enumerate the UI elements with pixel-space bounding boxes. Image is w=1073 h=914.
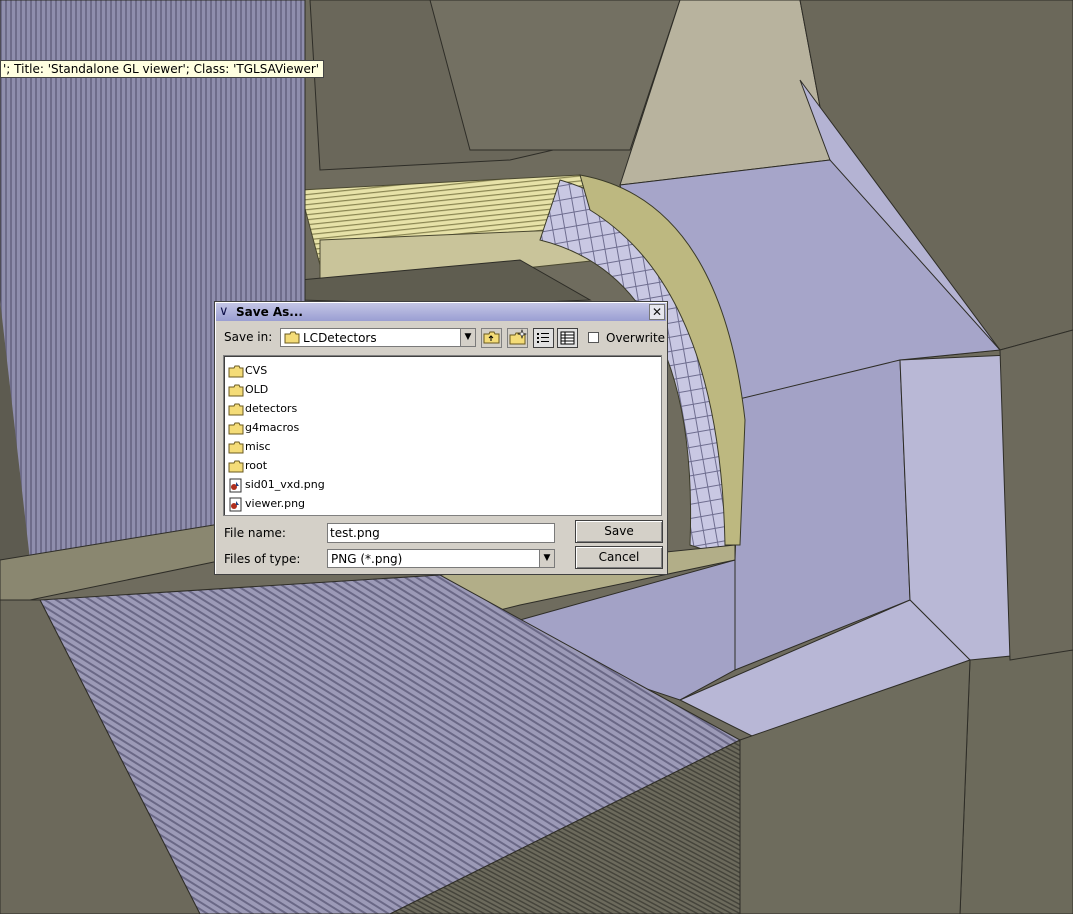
file-name-label: File name: — [224, 526, 286, 540]
new-folder-icon — [509, 329, 527, 345]
folder-icon — [284, 331, 300, 344]
details-view-button[interactable] — [557, 328, 578, 348]
file-list[interactable]: CVS OLD detectors g4macros misc root sid… — [223, 355, 662, 516]
chevron-down-icon[interactable]: ▼ — [539, 550, 554, 567]
folder-icon — [228, 365, 244, 377]
image-file-icon — [229, 497, 242, 511]
dialog-title: Save As... — [236, 305, 303, 319]
list-view-icon — [537, 333, 549, 343]
save-in-label: Save in: — [224, 330, 273, 344]
details-view-icon — [560, 331, 575, 345]
right-edge-block — [999, 329, 1073, 661]
save-button[interactable]: Save — [575, 520, 663, 543]
viewer-tooltip: '; Title: 'Standalone GL viewer'; Class:… — [0, 60, 325, 78]
save-in-value: LCDetectors — [303, 331, 377, 345]
save-in-dropdown[interactable]: LCDetectors ▼ — [280, 328, 476, 347]
files-of-type-label: Files of type: — [224, 552, 301, 566]
list-item[interactable]: CVS — [228, 361, 267, 380]
folder-icon — [228, 403, 244, 415]
files-of-type-value: PNG (*.png) — [331, 552, 403, 566]
up-one-level-button[interactable] — [481, 328, 502, 348]
folder-icon — [228, 460, 244, 472]
save-as-dialog: ∨ Save As... ✕ Save in: LCDetectors ▼ Ov… — [214, 301, 668, 575]
chevron-down-icon[interactable]: ▼ — [460, 329, 475, 346]
close-button[interactable]: ✕ — [649, 304, 665, 320]
right-lower-block — [959, 649, 1073, 914]
list-item[interactable]: OLD — [228, 380, 268, 399]
list-item[interactable]: root — [228, 456, 267, 475]
list-view-button[interactable] — [533, 328, 554, 348]
overwrite-checkbox[interactable] — [588, 332, 599, 343]
image-file-icon — [229, 478, 242, 492]
dialog-titlebar[interactable]: ∨ Save As... ✕ — [216, 303, 666, 321]
folder-icon — [228, 441, 244, 453]
list-item[interactable]: detectors — [228, 399, 297, 418]
list-item[interactable]: viewer.png — [228, 494, 305, 513]
window-menu-icon[interactable]: ∨ — [219, 304, 229, 319]
folder-icon — [228, 384, 244, 396]
cancel-button[interactable]: Cancel — [575, 546, 663, 569]
list-item[interactable]: misc — [228, 437, 271, 456]
list-item[interactable]: g4macros — [228, 418, 299, 437]
list-item[interactable]: sid01_vxd.png — [228, 475, 325, 494]
file-name-input[interactable]: test.png — [327, 523, 555, 543]
folder-icon — [228, 422, 244, 434]
overwrite-label: Overwrite — [606, 331, 666, 345]
new-folder-button[interactable] — [507, 328, 528, 348]
files-of-type-dropdown[interactable]: PNG (*.png) ▼ — [327, 549, 555, 568]
folder-up-icon — [483, 331, 500, 344]
close-icon: ✕ — [651, 305, 663, 319]
